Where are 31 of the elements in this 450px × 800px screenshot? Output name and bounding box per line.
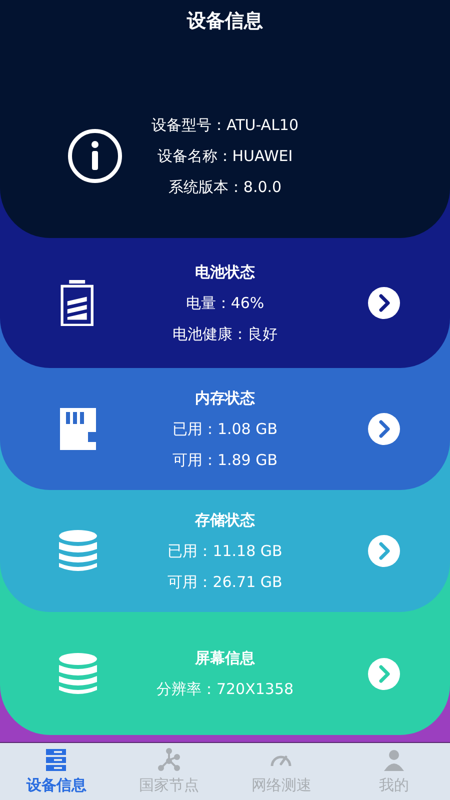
page-title: 设备信息: [186, 9, 264, 34]
database-icon: [58, 528, 98, 574]
nav-tab[interactable]: 我的: [338, 743, 450, 800]
status-text: 可用：1.89 GB: [172, 450, 278, 470]
status-text: 可用：26.71 GB: [168, 572, 282, 592]
sd-card-icon: [58, 406, 98, 452]
database-icon: [58, 650, 98, 696]
card-title: 存储状态: [195, 510, 255, 530]
network-icon: [156, 748, 181, 772]
device-info-text: 设备名称：HUAWEI: [157, 146, 293, 166]
status-text: 已用：11.18 GB: [168, 542, 282, 560]
device-info-text: 设备型号：ATU-AL10: [151, 116, 299, 134]
card-title: 屏幕信息: [195, 648, 255, 668]
status-text: 分辨率：720X1358: [156, 680, 294, 698]
card-title: 电池状态: [195, 262, 255, 282]
list-icon: [44, 748, 68, 772]
nav-tab[interactable]: 网络测速: [225, 743, 338, 800]
status-card[interactable]: 电池状态 电量：46% 电池健康：良好: [0, 238, 450, 368]
status-card[interactable]: 屏幕信息 分辨率：720X1358: [0, 612, 450, 735]
person-icon: [382, 748, 406, 772]
nav-tab[interactable]: 国家节点: [112, 743, 225, 800]
status-card[interactable]: 存储状态 已用：11.18 GB 可用：26.71 GB: [0, 490, 450, 612]
status-card[interactable]: 内存状态 已用：1.08 GB 可用：1.89 GB: [0, 368, 450, 490]
nav-tab[interactable]: 设备信息: [0, 743, 112, 800]
card-title: 内存状态: [195, 388, 255, 408]
chevron-right-icon[interactable]: [368, 287, 400, 319]
status-text: 电池健康：良好: [172, 324, 278, 344]
status-text: 电量：46%: [186, 294, 264, 312]
status-text: 已用：1.08 GB: [172, 420, 278, 438]
device-info-text: 系统版本：8.0.0: [168, 178, 282, 196]
info-icon: [67, 128, 123, 184]
